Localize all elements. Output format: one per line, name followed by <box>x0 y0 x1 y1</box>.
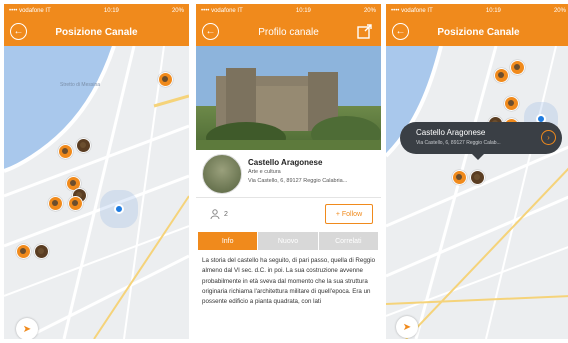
map-pin[interactable] <box>34 244 49 259</box>
navigation-arrow-icon: ➤ <box>402 321 412 333</box>
back-button[interactable]: ← <box>202 23 219 40</box>
map-roads <box>386 46 568 339</box>
map-pin[interactable] <box>494 68 509 83</box>
clock: 10:19 <box>485 8 501 14</box>
tab-bar: Info Nuovo Correlati <box>198 232 379 250</box>
battery: 20% <box>171 8 184 14</box>
map-pin[interactable] <box>68 196 83 211</box>
map-roads <box>4 46 189 339</box>
callout-address: Via Castello, 6, 89127 Reggio Calab... <box>416 140 501 146</box>
map-view[interactable]: Stretto di Messina ➤ <box>4 46 189 339</box>
stats-bar: 2 + Follow <box>196 198 381 232</box>
map-pin[interactable] <box>470 170 485 185</box>
follow-button[interactable]: + Follow <box>325 204 373 224</box>
profile-category: Arte e cultura <box>248 169 281 175</box>
nav-bar: ← Posizione Canale <box>4 18 189 46</box>
user-location-dot <box>114 204 124 214</box>
map-share-icon[interactable] <box>357 23 373 39</box>
carrier: •••• vodafone IT <box>201 8 243 14</box>
back-button[interactable]: ← <box>392 23 409 40</box>
map-pin[interactable] <box>452 170 467 185</box>
nav-title: Profilo canale <box>258 26 319 38</box>
screen-map-2: •••• vodafone IT 10:19 20% ← Posizione C… <box>386 4 568 339</box>
map-pin[interactable] <box>510 60 525 75</box>
castle-photo <box>196 46 381 150</box>
followers-number: 2 <box>224 210 228 218</box>
back-arrow-icon: ← <box>395 25 406 37</box>
nav-title: Posizione Canale <box>55 26 138 38</box>
profile-card: Castello Aragonese Arte e cultura Via Ca… <box>196 150 381 198</box>
status-bar: •••• vodafone IT 10:19 20% <box>4 4 189 18</box>
carrier: •••• vodafone IT <box>391 8 433 14</box>
status-bar: •••• vodafone IT 10:19 20% <box>196 4 381 18</box>
chevron-right-icon: › <box>547 133 550 142</box>
locate-me-button[interactable]: ➤ <box>396 316 418 338</box>
nav-title: Posizione Canale <box>437 26 520 38</box>
map-pin[interactable] <box>504 96 519 111</box>
castle-illustration <box>196 46 381 150</box>
map-pin[interactable] <box>48 196 63 211</box>
user-icon <box>210 209 220 219</box>
clock: 10:19 <box>103 8 119 14</box>
carrier: •••• vodafone IT <box>9 8 51 14</box>
tab-nuovo[interactable]: Nuovo <box>258 232 318 250</box>
map-pin[interactable] <box>76 138 91 153</box>
description-text: La storia del castello ha seguito, di pa… <box>202 257 376 306</box>
avatar <box>202 154 242 194</box>
nav-bar: ← Profilo canale <box>196 18 381 46</box>
locate-me-button[interactable]: ➤ <box>16 318 38 339</box>
back-arrow-icon: ← <box>205 25 216 37</box>
callout-disclosure-button[interactable]: › <box>541 130 556 145</box>
map-pin[interactable] <box>58 144 73 159</box>
callout-title: Castello Aragonese <box>416 128 486 137</box>
battery: 20% <box>363 8 376 14</box>
tab-correlati[interactable]: Correlati <box>318 232 378 250</box>
profile-title: Castello Aragonese <box>248 158 323 167</box>
clock: 10:19 <box>295 8 311 14</box>
profile-address: Via Castello, 6, 89127 Reggio Calabria..… <box>248 178 348 184</box>
map-callout[interactable]: Castello Aragonese Via Castello, 6, 8912… <box>400 122 562 160</box>
map-pin[interactable] <box>16 244 31 259</box>
back-button[interactable]: ← <box>10 23 27 40</box>
back-arrow-icon: ← <box>13 25 24 37</box>
screen-profile: •••• vodafone IT 10:19 20% ← Profilo can… <box>196 4 381 339</box>
followers-count: 2 <box>210 209 228 219</box>
screen-map-1: •••• vodafone IT 10:19 20% ← Posizione C… <box>4 4 189 339</box>
tab-info[interactable]: Info <box>198 232 258 250</box>
map-pin[interactable] <box>158 72 173 87</box>
map-label: Stretto di Messina <box>60 82 101 88</box>
map-view[interactable]: ➤ <box>386 46 568 339</box>
status-bar: •••• vodafone IT 10:19 20% <box>386 4 568 18</box>
nav-bar: ← Posizione Canale <box>386 18 568 46</box>
battery: 20% <box>553 8 566 14</box>
navigation-arrow-icon: ➤ <box>22 323 32 335</box>
